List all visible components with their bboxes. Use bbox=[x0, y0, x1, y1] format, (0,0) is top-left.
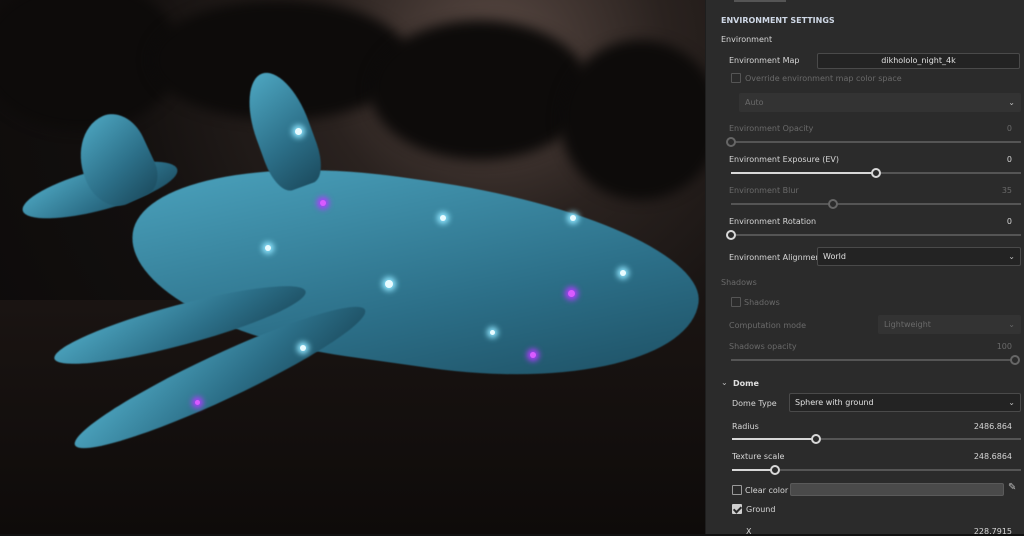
clear-color-checkbox[interactable] bbox=[732, 485, 742, 495]
chevron-down-icon[interactable]: ⌄ bbox=[721, 378, 728, 387]
tree-silhouette bbox=[560, 40, 705, 200]
computation-mode-label: Computation mode bbox=[729, 321, 807, 330]
environment-rotation-slider[interactable] bbox=[726, 230, 1021, 240]
texture-scale-slider[interactable] bbox=[732, 465, 1021, 475]
radius-label: Radius bbox=[732, 422, 759, 431]
environment-opacity-label: Environment Opacity bbox=[729, 124, 814, 133]
environment-opacity-value: 0 bbox=[1006, 124, 1012, 133]
override-color-space-label: Override environment map color space bbox=[745, 74, 902, 83]
override-color-space-checkbox[interactable] bbox=[731, 73, 741, 83]
slider-thumb[interactable] bbox=[827, 199, 838, 209]
environment-alignment-label: Environment Alignment bbox=[729, 253, 824, 262]
texture-scale-value: 248.6864 bbox=[973, 452, 1012, 461]
clear-color-swatch[interactable] bbox=[790, 483, 1004, 496]
color-space-select[interactable]: Auto ⌄ bbox=[739, 93, 1021, 112]
ground-x-value: 228.7915 bbox=[973, 527, 1012, 536]
environment-blur-slider[interactable] bbox=[731, 199, 1021, 209]
chevron-down-icon: ⌄ bbox=[1008, 320, 1015, 329]
shadows-checkbox[interactable] bbox=[731, 297, 741, 307]
environment-section-label: Environment bbox=[721, 35, 773, 44]
shadows-checkbox-label: Shadows bbox=[744, 298, 780, 307]
dome-section-toggle[interactable]: Dome bbox=[733, 379, 759, 388]
panel-tab-indicator[interactable] bbox=[734, 0, 786, 2]
slider-thumb[interactable] bbox=[726, 137, 736, 147]
dome-type-select[interactable]: Sphere with ground ⌄ bbox=[789, 393, 1021, 412]
eyedropper-icon[interactable]: ✎ bbox=[1008, 482, 1016, 493]
shadows-opacity-value: 100 bbox=[996, 342, 1012, 351]
computation-mode-value: Lightweight bbox=[884, 320, 931, 329]
radius-value: 2486.864 bbox=[973, 422, 1012, 431]
3d-viewport[interactable] bbox=[0, 0, 705, 534]
slider-thumb[interactable] bbox=[770, 465, 781, 475]
computation-mode-select[interactable]: Lightweight ⌄ bbox=[878, 315, 1021, 334]
environment-exposure-value: 0 bbox=[1006, 155, 1012, 164]
ground-x-label: X bbox=[746, 527, 752, 536]
ground-label: Ground bbox=[746, 505, 776, 514]
chevron-down-icon: ⌄ bbox=[1008, 98, 1015, 107]
environment-alignment-select[interactable]: World ⌄ bbox=[817, 247, 1021, 266]
texture-scale-label: Texture scale bbox=[732, 452, 785, 461]
panel-title: ENVIRONMENT SETTINGS bbox=[721, 16, 835, 25]
chevron-down-icon: ⌄ bbox=[1008, 398, 1015, 407]
tree-silhouette bbox=[370, 20, 590, 160]
radius-slider[interactable] bbox=[732, 434, 1021, 444]
environment-settings-panel: ENVIRONMENT SETTINGS Environment Environ… bbox=[705, 0, 1024, 536]
environment-map-field[interactable]: dikhololo_night_4k bbox=[817, 53, 1020, 69]
environment-exposure-slider[interactable] bbox=[731, 168, 1021, 178]
shadows-section-label: Shadows bbox=[721, 278, 757, 287]
shadows-opacity-label: Shadows opacity bbox=[729, 342, 797, 351]
clear-color-label: Clear color bbox=[745, 486, 789, 495]
environment-blur-value: 35 bbox=[1001, 186, 1012, 195]
dome-type-value: Sphere with ground bbox=[795, 398, 874, 407]
shadows-opacity-slider[interactable] bbox=[731, 355, 1020, 365]
ground-checkbox[interactable] bbox=[732, 504, 742, 514]
slider-thumb[interactable] bbox=[871, 168, 881, 178]
environment-opacity-slider[interactable] bbox=[726, 137, 1021, 147]
environment-rotation-label: Environment Rotation bbox=[729, 217, 817, 226]
environment-map-label: Environment Map bbox=[729, 56, 800, 65]
color-space-value: Auto bbox=[745, 98, 764, 107]
slider-thumb[interactable] bbox=[726, 230, 736, 240]
environment-exposure-label: Environment Exposure (EV) bbox=[729, 155, 839, 164]
environment-rotation-value: 0 bbox=[1006, 217, 1012, 226]
slider-thumb[interactable] bbox=[1010, 355, 1020, 365]
chevron-down-icon: ⌄ bbox=[1008, 252, 1015, 261]
alignment-value: World bbox=[823, 252, 846, 261]
dome-type-label: Dome Type bbox=[732, 399, 777, 408]
slider-thumb[interactable] bbox=[810, 434, 821, 444]
environment-blur-label: Environment Blur bbox=[729, 186, 799, 195]
